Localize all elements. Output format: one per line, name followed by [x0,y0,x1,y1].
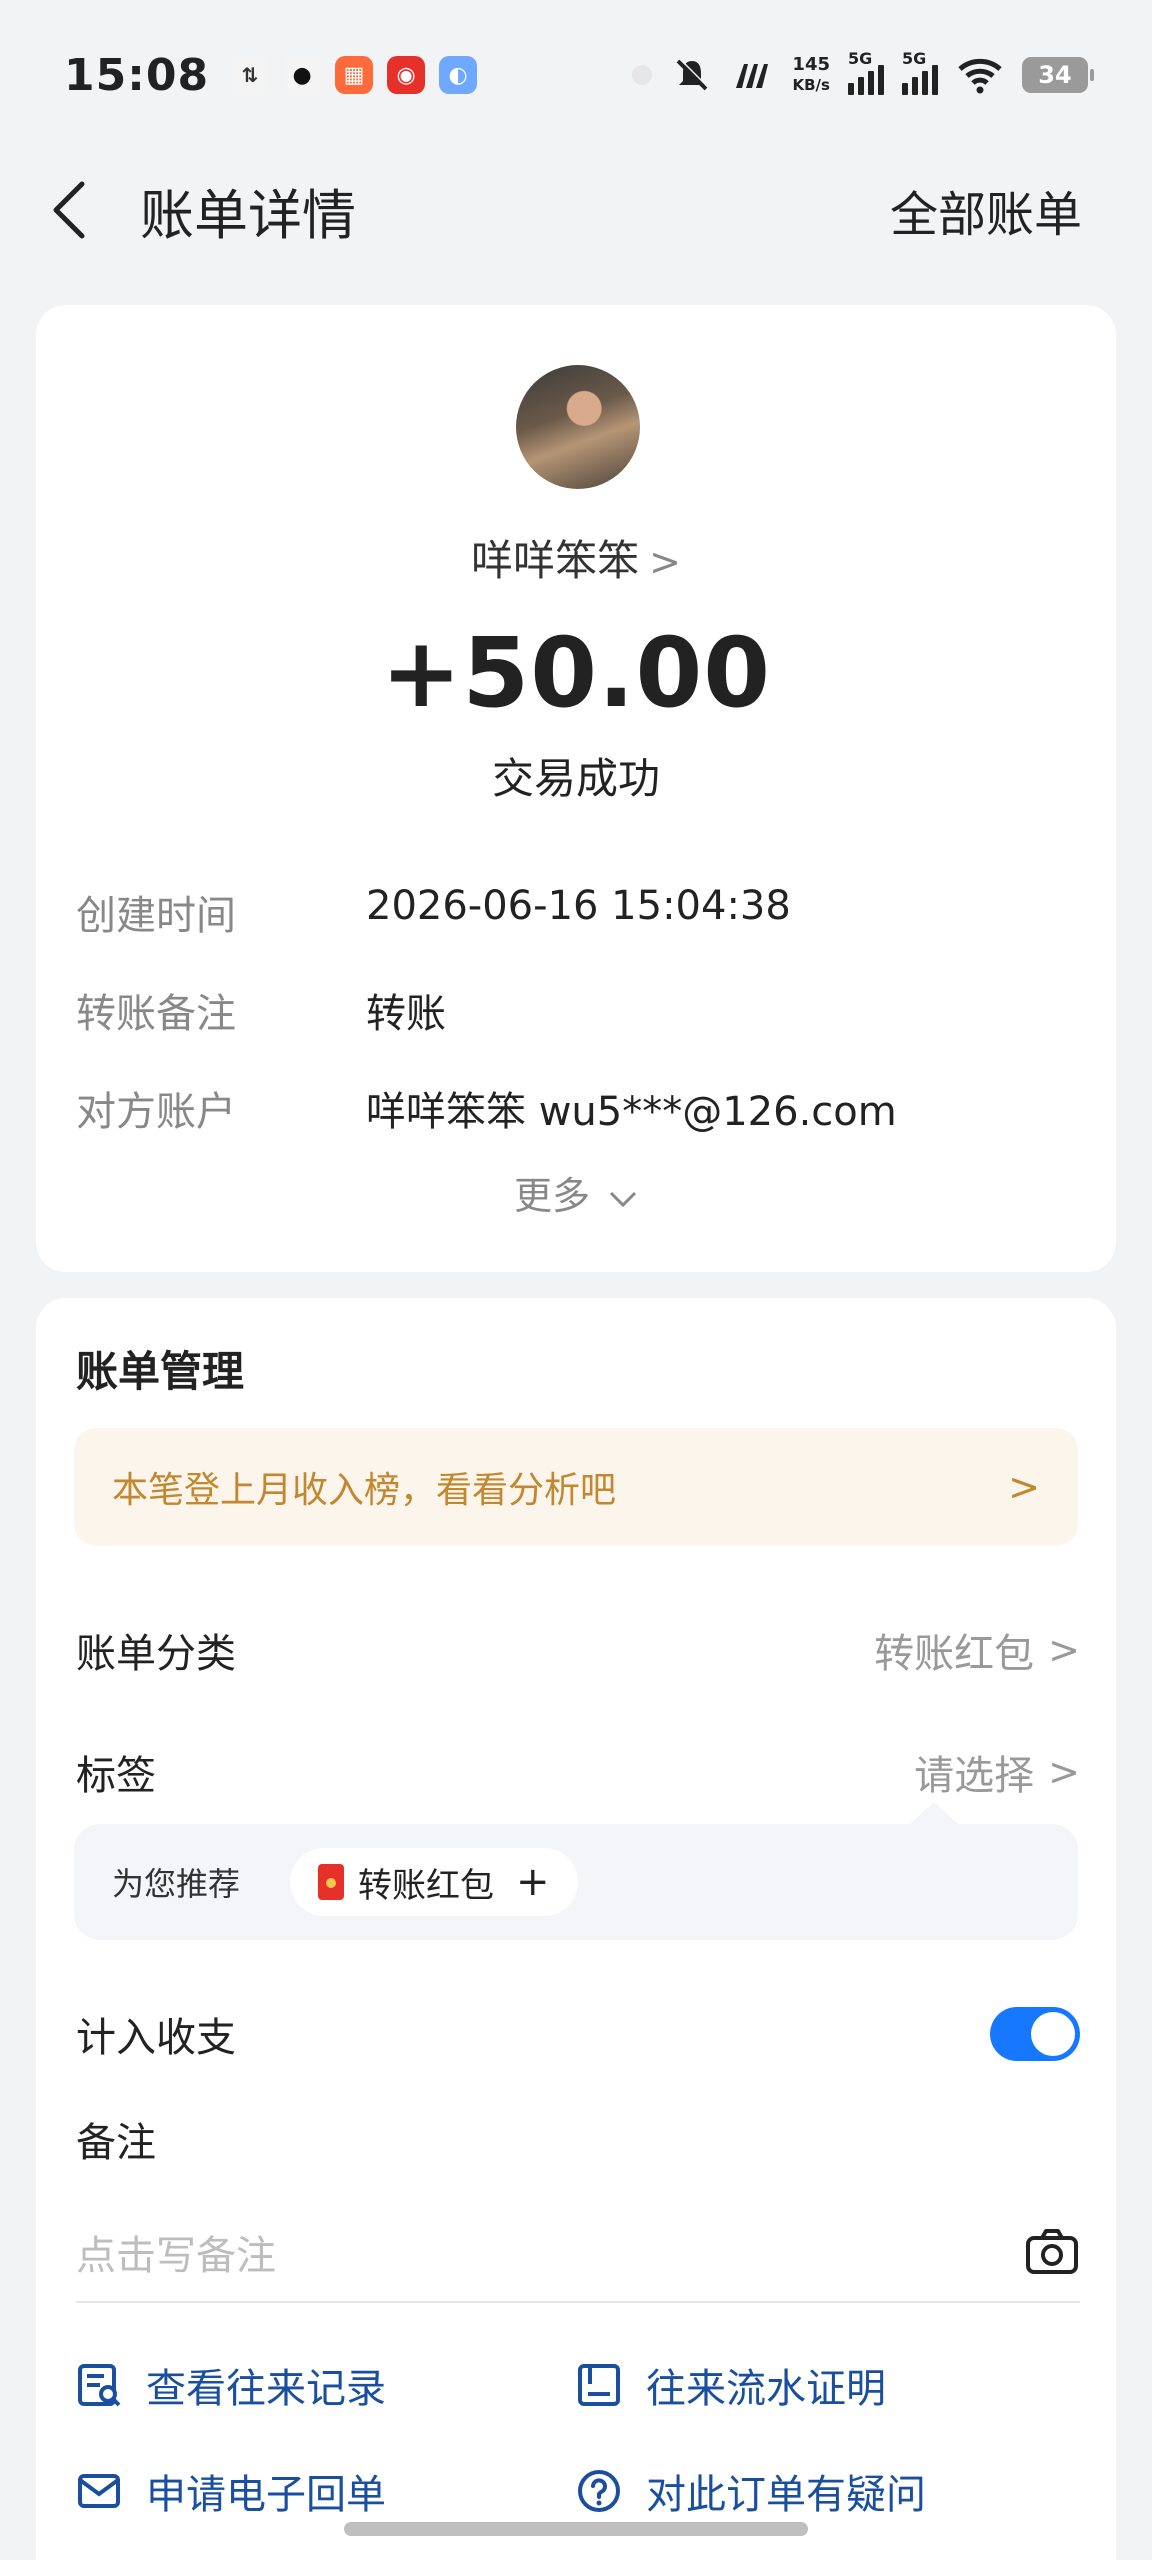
dnd-icon [632,65,653,85]
detail-value: 转账 [366,991,446,1037]
detail-value: 2026-06-16 15:04:38 [366,883,791,929]
statement-proof-link[interactable]: 往来流水证明 [576,2356,886,2414]
e-receipt-link[interactable]: 申请电子回单 [76,2462,386,2520]
bill-management-card: 账单管理 本笔登上月收入榜，看看分析吧 > 账单分类 转账红包 > 标签 请选择… [36,1298,1116,2560]
plus-icon: + [516,1859,550,1905]
records-icon [78,2364,121,2407]
transaction-card: 咩咩笨笨 > +50.00 交易成功 创建时间 2026-06-16 15:04:… [36,305,1116,1272]
row-label: 标签 [76,1753,156,1799]
chevron-right-icon: > [649,540,681,584]
detail-row-counterparty: 对方账户 咩咩笨笨 wu5***@126.com [76,1079,897,1137]
more-button[interactable]: 更多 [36,1165,1116,1220]
home-indicator[interactable] [344,2522,808,2536]
red-app-icon: ◉ [387,56,426,94]
all-bills-link[interactable]: 全部账单 [890,175,1082,245]
wifi-icon [958,58,1002,94]
back-button[interactable] [40,180,100,240]
note-placeholder: 点击写备注 [76,2233,276,2279]
avatar[interactable] [516,365,640,489]
net-speed-unit: KB/s [792,76,830,94]
payer-name-link[interactable]: 咩咩笨笨 > [36,527,1116,588]
chevron-down-icon [609,1191,637,1207]
page-title: 账单详情 [140,183,356,247]
detail-row-remark: 转账备注 转账 [76,981,446,1039]
row-value: 转账红包 [874,1631,1035,1677]
row-label: 计入收支 [76,2015,236,2061]
include-in-stats-row: 计入收支 [76,1994,1080,2074]
mail-icon [78,2474,120,2508]
network-brand-icon [736,64,769,88]
detail-row-created-time: 创建时间 2026-06-16 15:04:38 [76,883,791,941]
assistant-icon: ◐ [439,56,478,94]
signal-icon: 5G [848,49,884,95]
camera-icon[interactable] [1024,2224,1080,2280]
status-indicators: 145 KB/s 5G 5G 34 [630,49,1094,95]
chevron-left-icon [53,181,85,239]
row-label: 账单分类 [76,1631,236,1677]
signal-tag-1: 5G [848,49,873,68]
banner-text: 本笔登上月收入榜，看看分析吧 [112,1470,617,1511]
chevron-right-icon: > [1008,1465,1040,1509]
income-ranking-banner[interactable]: 本笔登上月收入榜，看看分析吧 > [74,1428,1078,1546]
chip-label: 转账红包 [358,1865,495,1906]
net-speed-value: 145 [792,54,830,75]
recommend-panel: 为您推荐 转账红包 + [74,1802,1078,1940]
link-label: 申请电子回单 [146,2472,386,2518]
signal-tag-2: 5G [902,49,927,68]
order-question-link[interactable]: 对此订单有疑问 [576,2462,926,2520]
more-label: 更多 [513,1174,590,1218]
signal-icon-2: 5G [902,49,938,95]
sync-icon: ⇅ [231,56,270,94]
link-label: 对此订单有疑问 [646,2472,926,2518]
tag-row[interactable]: 标签 请选择 > [76,1732,1080,1812]
transaction-amount: +50.00 [380,617,772,729]
note-label: 备注 [76,2120,156,2166]
chevron-right-icon: > [1048,1628,1080,1672]
recommend-tag-chip[interactable]: 转账红包 + [290,1848,578,1916]
status-time: 15:08 [64,49,210,101]
note-title-row: 备注 [76,2104,1080,2174]
battery-icon: 34 [1022,57,1094,93]
qq-icon: ● [283,56,322,94]
chevron-right-icon: > [1048,1750,1080,1794]
detail-label: 对方账户 [76,1089,236,1135]
red-packet-icon [318,1864,345,1900]
payer-name: 咩咩笨笨 [471,536,640,585]
mute-icon [677,58,709,91]
question-icon [578,2470,620,2512]
app-icon: ▦ [335,56,374,94]
statement-icon [578,2364,620,2406]
detail-label: 转账备注 [76,991,236,1037]
transaction-status: 交易成功 [491,754,660,803]
link-label: 查看往来记录 [146,2366,386,2412]
section-title: 账单管理 [76,1347,245,1396]
detail-value: 咩咩笨笨 wu5***@126.com [366,1089,897,1135]
detail-label: 创建时间 [76,893,236,939]
status-app-icons: ⇅ ● ▦ ◉ ◐ [231,56,478,94]
note-input[interactable]: 点击写备注 [76,2203,1080,2303]
status-bar: 15:08 ⇅ ● ▦ ◉ ◐ 145 KB/s 5G 5G 34 [0,0,1152,150]
recommend-label: 为您推荐 [112,1865,241,1903]
page-header: 账单详情 全部账单 [0,160,1152,260]
row-value: 请选择 [914,1753,1035,1799]
net-speed: 145 KB/s [792,55,830,95]
link-label: 往来流水证明 [646,2366,886,2412]
bill-category-row[interactable]: 账单分类 转账红包 > [76,1610,1080,1690]
include-toggle[interactable] [990,2007,1080,2061]
view-records-link[interactable]: 查看往来记录 [76,2356,386,2414]
battery-level: 34 [1038,61,1072,89]
